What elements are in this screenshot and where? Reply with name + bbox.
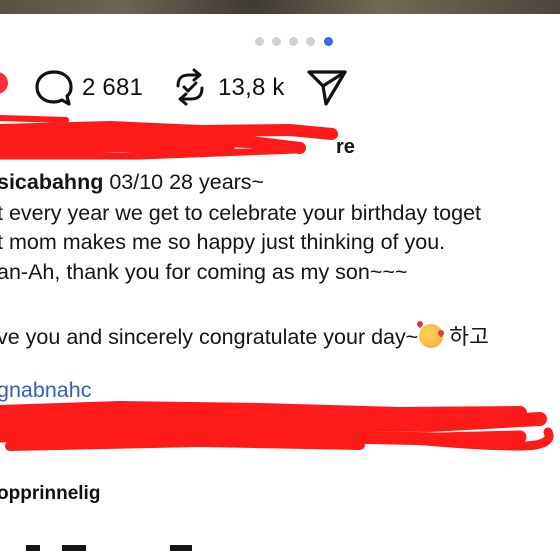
- caption-line: t every year we get to celebrate your bi…: [0, 201, 482, 225]
- caption-line: ve you and sincerely congratulate your d…: [0, 320, 489, 351]
- smiling-face-with-hearts-icon: [419, 324, 444, 348]
- reposts-count: 13,8 k: [218, 74, 285, 101]
- carousel-dot: [255, 37, 264, 46]
- carousel-dot: [289, 37, 298, 46]
- comments-count: 2 681: [82, 74, 144, 101]
- cut-off-text: [62, 545, 86, 551]
- share-button[interactable]: [306, 68, 348, 108]
- caption-trailing-text: 하고: [443, 325, 489, 349]
- carousel-dot: [272, 37, 281, 46]
- caption-header: sicabahng 03/10 28 years~: [0, 170, 264, 195]
- caption-line: t mom makes me so happy just thinking of…: [0, 230, 446, 254]
- caption-header-text: 03/10 28 years~: [103, 170, 265, 194]
- post-image-bottom-edge[interactable]: [0, 0, 560, 14]
- comment-bubble-icon: [35, 70, 73, 106]
- caption-line: an-Ah, thank you for coming as my son~~~: [0, 260, 408, 284]
- caption-line-text: ve you and sincerely congratulate your d…: [0, 325, 419, 349]
- repost-button[interactable]: 13,8 k: [172, 68, 292, 108]
- caption-username[interactable]: sicabahng: [0, 170, 103, 194]
- comment-button[interactable]: 2 681: [34, 68, 149, 108]
- cut-off-text: [26, 545, 40, 551]
- repost-icon: [176, 68, 204, 106]
- cut-off-text: [170, 545, 192, 551]
- caption-link[interactable]: gnabnahc: [0, 378, 91, 403]
- comment-username[interactable]: opprinnelig: [0, 483, 100, 505]
- carousel-dot-active: [324, 37, 333, 46]
- send-paper-plane-icon: [307, 70, 347, 106]
- carousel-dot: [306, 37, 315, 46]
- partial-label: re: [336, 136, 355, 158]
